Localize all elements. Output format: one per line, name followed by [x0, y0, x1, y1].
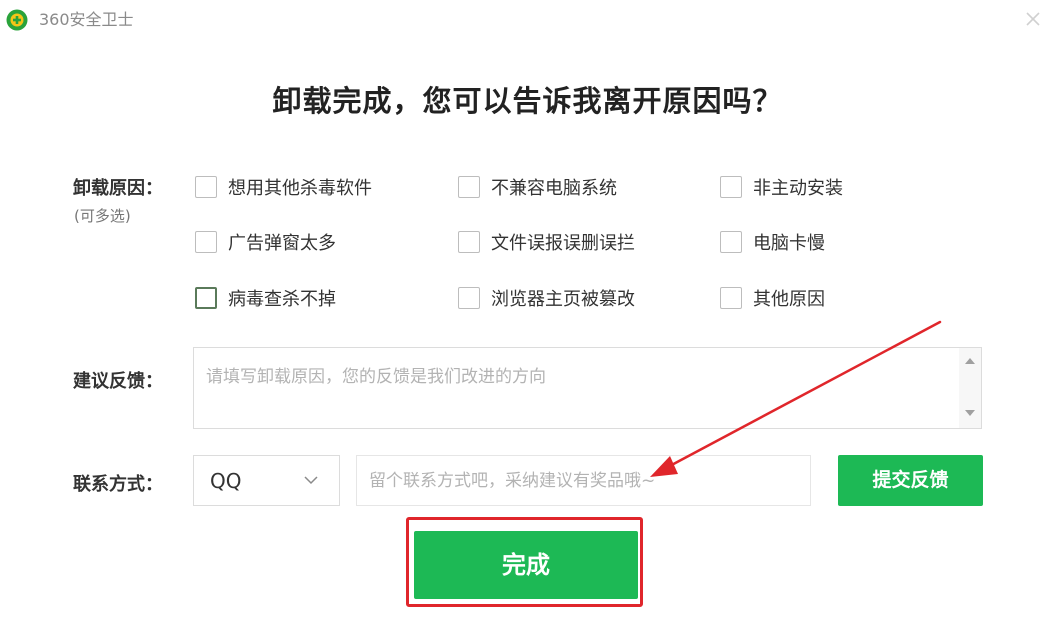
checkbox[interactable]: [458, 231, 480, 253]
reason-label: 广告弹窗太多: [228, 233, 336, 254]
reasons-label: 卸载原因：: [73, 178, 163, 199]
360-logo-icon: [6, 9, 28, 31]
reason-option-slow-computer[interactable]: 电脑卡慢: [720, 229, 825, 255]
scroll-up-icon[interactable]: [965, 358, 975, 364]
close-icon[interactable]: [1022, 8, 1044, 30]
reason-label: 想用其他杀毒软件: [228, 178, 372, 199]
reason-label: 文件误报误删误拦: [491, 233, 635, 254]
reasons-sublabel: (可多选): [74, 207, 131, 225]
reason-option-homepage-hijacked[interactable]: 浏览器主页被篡改: [458, 285, 635, 311]
checkbox[interactable]: [195, 176, 217, 198]
scroll-down-icon[interactable]: [965, 410, 975, 416]
reason-option-incompatible[interactable]: 不兼容电脑系统: [458, 174, 617, 200]
contact-label: 联系方式：: [73, 474, 163, 495]
checkbox[interactable]: [720, 287, 742, 309]
done-button[interactable]: 完成: [414, 531, 638, 599]
contact-method-value: QQ: [210, 469, 242, 493]
reason-label: 电脑卡慢: [753, 233, 825, 254]
chevron-down-icon: [304, 476, 318, 485]
checkbox[interactable]: [195, 287, 217, 309]
checkbox[interactable]: [458, 287, 480, 309]
title-bar: 360安全卫士: [0, 0, 1055, 40]
feedback-label: 建议反馈：: [73, 371, 163, 392]
reason-label: 其他原因: [753, 289, 825, 310]
contact-input[interactable]: [356, 455, 811, 506]
reason-option-virus-not-removed[interactable]: 病毒查杀不掉: [195, 285, 336, 311]
reason-label: 不兼容电脑系统: [491, 178, 617, 199]
window-title: 360安全卫士: [39, 10, 134, 29]
reason-label: 浏览器主页被篡改: [491, 289, 635, 310]
checkbox[interactable]: [458, 176, 480, 198]
reason-option-not-intentional[interactable]: 非主动安装: [720, 174, 843, 200]
page-title: 卸载完成，您可以告诉我离开原因吗？: [272, 84, 783, 118]
checkbox[interactable]: [195, 231, 217, 253]
reason-label: 病毒查杀不掉: [228, 289, 336, 310]
submit-feedback-button[interactable]: 提交反馈: [838, 455, 983, 506]
feedback-textarea[interactable]: [194, 348, 959, 428]
reason-option-other-antivirus[interactable]: 想用其他杀毒软件: [195, 174, 372, 200]
checkbox[interactable]: [720, 176, 742, 198]
reason-option-other[interactable]: 其他原因: [720, 285, 825, 311]
feedback-scrollbar[interactable]: [959, 348, 981, 428]
contact-method-select[interactable]: QQ: [193, 455, 340, 506]
reason-option-too-many-ads[interactable]: 广告弹窗太多: [195, 229, 336, 255]
reason-option-false-positives[interactable]: 文件误报误删误拦: [458, 229, 635, 255]
feedback-box: [193, 347, 982, 429]
checkbox[interactable]: [720, 231, 742, 253]
reason-label: 非主动安装: [753, 178, 843, 199]
